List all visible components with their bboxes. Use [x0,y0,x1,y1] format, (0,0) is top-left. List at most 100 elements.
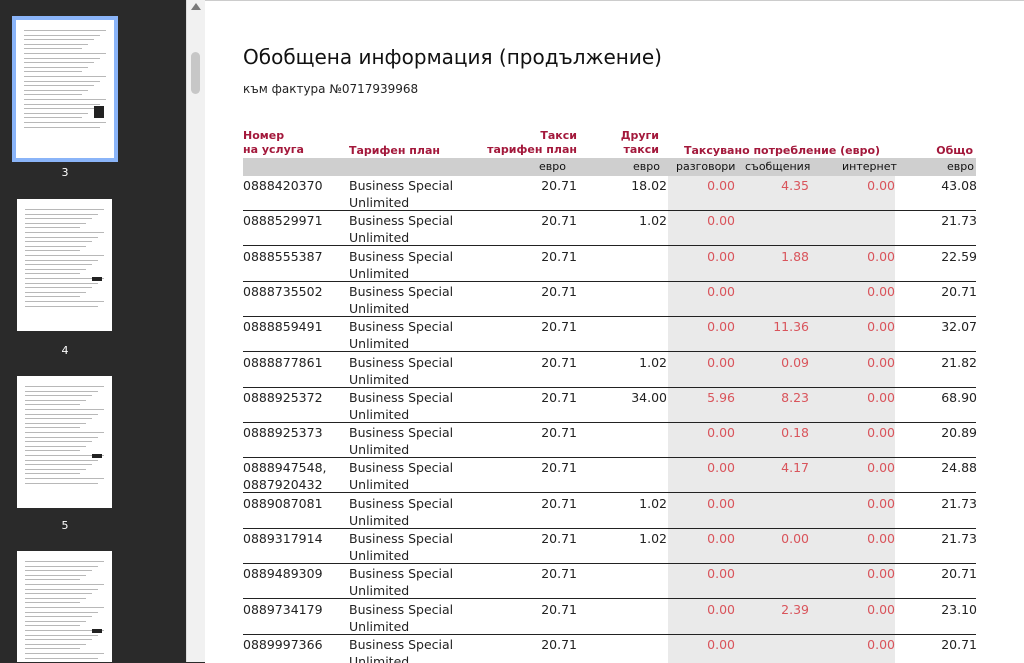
cell-calls: 0.00 [707,495,735,511]
cell-internet: 0.00 [867,248,895,264]
thumbnail-text-line [25,282,98,284]
thumbnail-total-block [92,629,102,633]
unit-internet: интернет [842,160,897,173]
cell-number: 0889734179 [243,601,323,617]
thumbnail-text-line [25,441,92,443]
cell-internet: 0.00 [867,460,895,476]
thumbnail-text-line [25,634,98,636]
document-page: Обобщена информация (продължение) към фа… [205,0,1024,663]
cell-other: 1.02 [639,495,667,511]
thumbnail-text-line [24,94,82,96]
unit-messages: съобщения [745,160,811,173]
cell-internet: 0.00 [867,636,895,652]
thumbnail-text-line [25,287,92,289]
table-row: 0889087081 Business Special Unlimited 20.7… [243,494,977,529]
thumbnail-text-line [25,395,92,397]
thumbnail-text-line [25,264,92,266]
vertical-scrollbar[interactable] [186,0,205,662]
page-thumbnail-3[interactable] [12,16,118,162]
cell-total: 21.73 [941,495,977,511]
unit-tariff-fees: евро [539,160,566,173]
thumbnail-total-block [92,454,102,458]
cell-plan: Business Special Unlimited [349,213,454,246]
thumbnail-text-line [24,89,88,91]
thumbnail-text-line [25,222,86,224]
thumbnail-text-line [25,301,104,302]
cell-tariff: 20.71 [541,531,577,546]
cell-number: 0889087081 [243,495,323,511]
thumbnail-text-line [25,588,98,590]
thumbnail-text-line [25,565,98,567]
cell-other: 1.02 [639,213,667,229]
cell-calls: 0.00 [707,319,735,335]
thumbnail-text-line [24,66,88,68]
thumbnail-text-line [25,620,86,622]
cell-number: 0888877861 [243,354,323,370]
cell-total: 32.07 [941,319,977,335]
cell-total: 20.89 [941,425,977,441]
header-tariff-fees: Такси тарифен план [487,129,577,156]
thumbnail-text-line [25,291,86,293]
page-thumbnail-5[interactable] [17,376,112,508]
thumbnail-text-line [25,386,104,387]
cell-tariff: 20.71 [541,495,577,511]
cell-tariff: 20.71 [541,319,577,335]
cell-calls: 0.00 [707,425,735,441]
thumbnail-text-line [25,653,104,654]
thumbnail-text-line [24,34,100,36]
table-row: 0888859491 Business Special Unlimited 20.7… [243,317,977,353]
header-charged-usage: Таксувано потребление (евро) [684,144,881,157]
thumbnail-text-line [24,62,94,64]
thumbnail-text-line [25,468,86,470]
thumbnail-text-line [25,597,86,599]
scroll-up-arrow-icon[interactable] [191,3,201,10]
cell-tariff: 20.71 [541,354,577,370]
thumbnail-text-line [25,213,98,215]
cell-plan: Business Special Unlimited [349,283,454,316]
thumbnail-text-line [25,241,92,243]
cell-number: 0888925372 [243,389,323,405]
table-row: 0889997366 Business Special Unlimited 20.7… [243,635,977,663]
thumbnail-text-line [25,413,98,415]
thumbnail-total-block [94,106,104,118]
cell-internet: 0.00 [867,389,895,405]
cell-plan: Business Special Unlimited [349,636,454,663]
header-service-number: Номер на услуга [243,129,304,156]
thumbnail-text-line [25,602,80,604]
thumbnail-text-line [25,657,98,659]
table-row: 0888947548, 0887920432 Business Special U… [243,458,977,494]
cell-calls: 0.00 [707,601,735,617]
page-thumbnail-6[interactable] [17,551,112,662]
cell-total: 20.71 [941,636,977,652]
thumbnail-text-line [24,43,88,45]
cell-plan: Business Special Unlimited [349,389,454,422]
thumbnail-text-line [24,103,100,105]
page-thumbnail-4[interactable] [17,199,112,331]
cell-plan: Business Special Unlimited [349,601,454,634]
thumbnail-text-line [24,85,94,87]
cell-plan: Business Special Unlimited [349,248,454,281]
thumbnail-text-line [25,390,98,392]
thumbnail-text-line [25,209,104,210]
thumbnail-text-line [25,436,98,438]
table-row: 0889489309 Business Special Unlimited 20.7… [243,564,977,600]
thumbnail-text-line [25,255,104,256]
thumbnail-sidebar: 3 4 5 [0,0,186,662]
cell-total: 23.10 [941,601,977,617]
thumbnail-text-line [24,108,94,110]
cell-number: 0888420370 [243,178,323,193]
thumbnail-text-line [24,71,82,73]
cell-calls: 0.00 [707,566,735,582]
thumbnail-text-line [24,30,106,31]
cell-number: 0889489309 [243,566,323,582]
thumbnail-page-number: 3 [61,166,69,179]
table-row: 0888529971 Business Special Unlimited 20.7… [243,211,977,247]
cell-messages: 4.35 [781,178,809,193]
cell-messages: 0.09 [781,354,809,370]
invoice-reference: към фактура №0717939968 [243,82,419,96]
scrollbar-thumb[interactable] [191,52,200,94]
cell-calls: 0.00 [707,213,735,229]
cell-messages: 0.00 [781,531,809,546]
cell-tariff: 20.71 [541,460,577,476]
table-row: 0888925373 Business Special Unlimited 20.7… [243,423,977,459]
